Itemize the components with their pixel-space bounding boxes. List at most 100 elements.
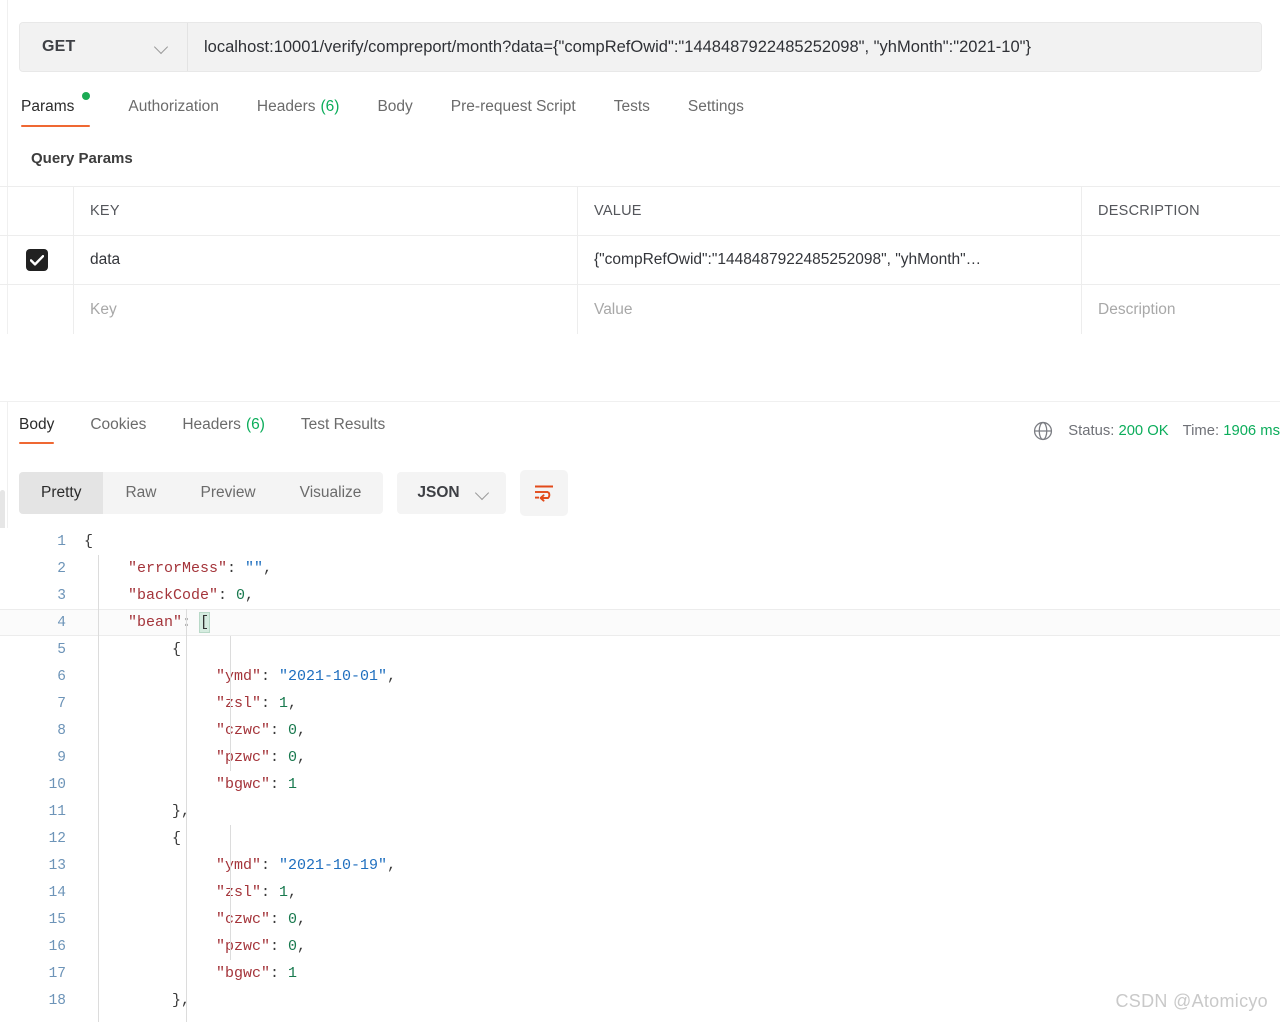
param-key-text: data <box>90 251 121 268</box>
tab-count: (6) <box>320 98 340 115</box>
tab-label: Body <box>377 98 413 115</box>
code-text: "bean": [ <box>78 612 1280 633</box>
line-number: 11 <box>48 803 66 820</box>
code-text: "pzwc": 0, <box>78 749 1280 766</box>
param-key-cell[interactable]: data <box>74 236 578 284</box>
request-tab-settings[interactable]: Settings <box>688 93 744 135</box>
request-tab-headers[interactable]: Headers (6) <box>257 93 340 135</box>
tab-label: Body <box>19 416 55 433</box>
word-wrap-icon <box>534 485 553 502</box>
indent-guide <box>98 555 99 1022</box>
line-number: 9 <box>57 749 66 766</box>
token-key: "czwc" <box>216 722 271 739</box>
token-num: 1 <box>279 884 289 901</box>
indent-guide <box>186 609 187 1022</box>
line-number: 4 <box>57 614 66 631</box>
token-punct: : <box>270 965 289 982</box>
token-brace: { <box>172 641 182 658</box>
response-tab-body[interactable]: Body <box>19 412 55 444</box>
query-params-title: Query Params <box>31 150 133 167</box>
token-punct: : <box>227 560 246 577</box>
param-enabled-checkbox[interactable] <box>25 249 48 271</box>
line-number: 13 <box>48 857 66 874</box>
new-param-value-input[interactable]: Value <box>578 285 1082 334</box>
code-line: 15 "czwc": 0, <box>0 906 1280 933</box>
token-num: 1 <box>288 776 298 793</box>
token-punct: : <box>261 695 280 712</box>
code-line: 5{ <box>0 636 1280 663</box>
new-param-description-input[interactable]: Description <box>1082 285 1280 334</box>
code-line: 10 "bgwc": 1 <box>0 771 1280 798</box>
token-punct: : <box>270 776 289 793</box>
code-text: "zsl": 1, <box>78 695 1280 712</box>
response-format-toolbar: Pretty Raw Preview Visualize JSON <box>19 470 568 516</box>
http-method-label: GET <box>42 38 76 55</box>
code-text: "backCode": 0, <box>78 587 1280 604</box>
token-key: "pzwc" <box>216 749 271 766</box>
token-punct: : <box>270 722 289 739</box>
code-line: 2 "errorMess": "", <box>0 555 1280 582</box>
code-text: { <box>78 641 1280 658</box>
view-mode-visualize[interactable]: Visualize <box>278 472 384 514</box>
code-line: 17 "bgwc": 1 <box>0 960 1280 987</box>
response-language-select[interactable]: JSON <box>397 472 506 514</box>
code-text: "czwc": 0, <box>78 722 1280 739</box>
token-num: 0 <box>288 722 298 739</box>
request-tab-body[interactable]: Body <box>377 93 412 135</box>
url-input[interactable]: localhost:10001/verify/compreport/month?… <box>188 23 1261 71</box>
word-wrap-toggle[interactable] <box>519 470 568 516</box>
token-punct: , <box>288 695 298 712</box>
line-number: 17 <box>48 965 66 982</box>
request-tab-tests[interactable]: Tests <box>614 93 650 135</box>
globe-icon <box>1034 421 1053 441</box>
code-line: 13 "ymd": "2021-10-19", <box>0 852 1280 879</box>
request-body-empty-area <box>0 334 1280 402</box>
view-mode-raw[interactable]: Raw <box>103 472 178 514</box>
token-brace: } <box>172 803 182 820</box>
tab-label: Authorization <box>128 98 219 115</box>
status-value: 200 OK <box>1118 423 1169 439</box>
token-str: "2021-10-01" <box>279 668 388 685</box>
token-punct: : <box>218 587 237 604</box>
time-label: Time: <box>1182 423 1220 439</box>
token-num: 0 <box>236 587 246 604</box>
time-value: 1906 ms <box>1223 423 1280 439</box>
line-number: 18 <box>48 992 66 1009</box>
code-line: 16 "pzwc": 0, <box>0 933 1280 960</box>
response-body-code[interactable]: 1 {2 "errorMess": "", 3 "backCode": 0, 4 "bean… <box>0 528 1280 1022</box>
view-mode-preview[interactable]: Preview <box>179 472 278 514</box>
new-param-key-placeholder: Key <box>90 300 117 318</box>
tab-label: Pre-request Script <box>450 98 576 115</box>
token-punct: , <box>297 938 307 955</box>
view-mode-pretty[interactable]: Pretty <box>19 472 104 514</box>
token-punct: , <box>387 857 397 874</box>
param-value-cell[interactable]: {"compRefOwid":"1448487922485252098", "y… <box>578 236 1082 284</box>
param-description-cell[interactable] <box>1082 236 1280 284</box>
http-method-select[interactable]: GET <box>20 23 188 71</box>
response-tab-cookies[interactable]: Cookies <box>90 412 146 438</box>
header-description: DESCRIPTION <box>1098 203 1200 219</box>
postman-window: GET localhost:10001/verify/compreport/mo… <box>0 0 1280 1022</box>
indent-guide <box>230 825 231 960</box>
code-text: "bgwc": 1 <box>78 776 1280 793</box>
response-tab-headers[interactable]: Headers (6) <box>182 412 265 438</box>
response-tab-test-results[interactable]: Test Results <box>301 412 385 438</box>
request-tab-pre-request-script[interactable]: Pre-request Script <box>451 93 576 135</box>
new-param-description-placeholder: Description <box>1098 300 1176 318</box>
line-number: 3 <box>57 587 66 604</box>
request-tab-params[interactable]: Params <box>21 92 91 135</box>
check-icon <box>29 254 44 266</box>
code-line: 11}, <box>0 798 1280 825</box>
token-punct: : <box>182 614 201 631</box>
code-text: "zsl": 1, <box>78 884 1280 901</box>
chevron-down-icon <box>155 40 169 54</box>
url-text: localhost:10001/verify/compreport/month?… <box>204 37 1032 56</box>
tab-label: Test Results <box>300 416 386 433</box>
new-param-key-input[interactable]: Key <box>74 285 578 334</box>
line-number: 12 <box>48 830 66 847</box>
code-text: }, <box>78 803 1280 820</box>
request-tabs: Params Authorization Headers (6) Body Pre-req… <box>0 92 1280 135</box>
request-tab-authorization[interactable]: Authorization <box>128 93 218 135</box>
header-key: KEY <box>74 187 578 235</box>
token-brace: { <box>172 830 182 847</box>
